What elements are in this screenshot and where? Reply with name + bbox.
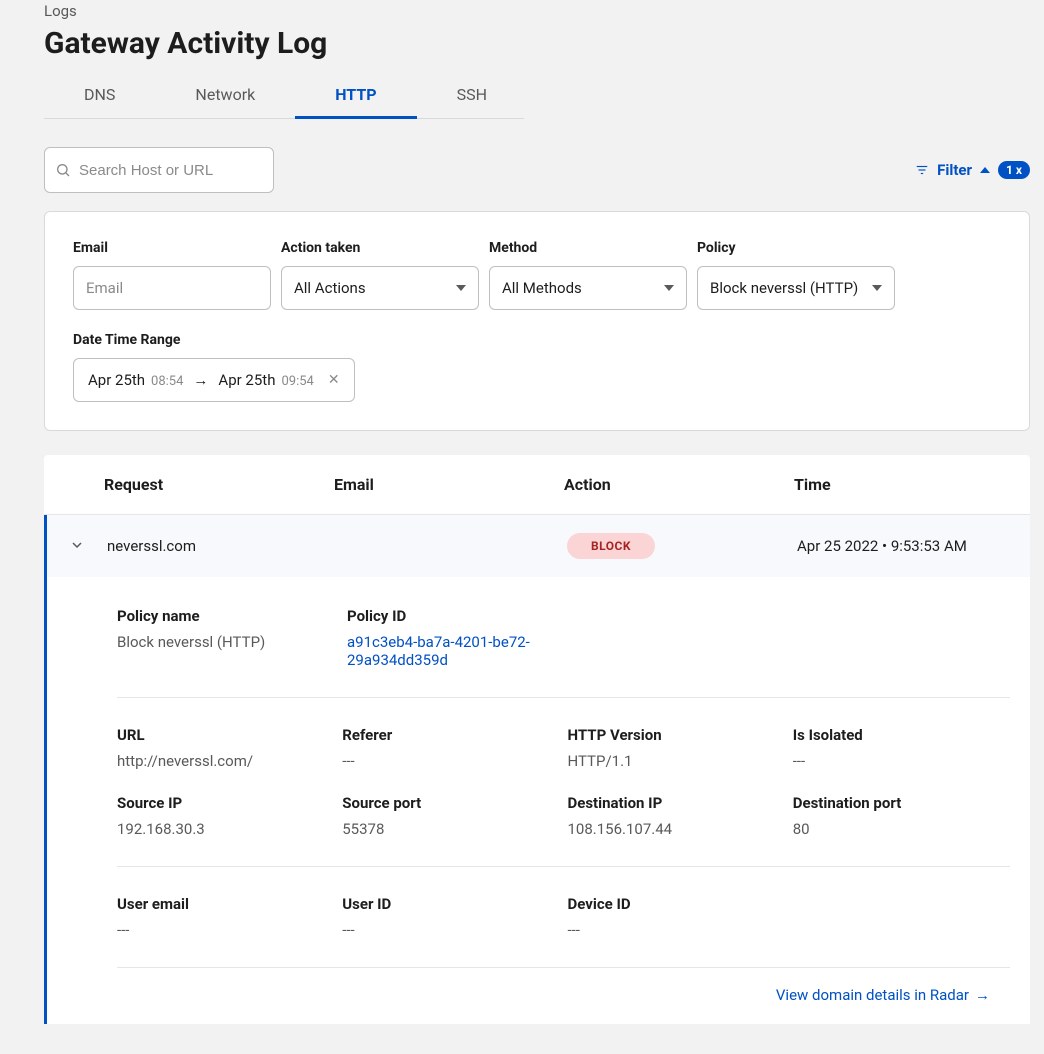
label-is-isolated: Is Isolated [793,726,1010,744]
value-destination-ip: 108.156.107.44 [568,820,785,838]
value-url: http://neverssl.com/ [117,752,334,770]
value-source-ip: 192.168.30.3 [117,820,334,838]
expand-row-icon[interactable] [47,537,107,555]
label-user-id: User ID [342,895,559,913]
tab-ssh[interactable]: SSH [417,75,527,118]
value-http-version: HTTP/1.1 [568,752,785,770]
arrow-right-icon: → [193,371,208,389]
label-destination-ip: Destination IP [568,794,785,812]
label-source-port: Source port [342,794,559,812]
col-time: Time [794,475,1030,494]
filter-method-label: Method [489,240,689,256]
value-policy-name: Block neverssl (HTTP) [117,633,339,651]
label-referer: Referer [342,726,559,744]
value-destination-port: 80 [793,820,1010,838]
tab-network[interactable]: Network [155,75,295,118]
filter-toggle[interactable]: Filter 1 x [915,161,1030,179]
page-title: Gateway Activity Log [44,26,1044,61]
filter-email-input[interactable]: Email [73,266,271,310]
filter-policy-label: Policy [697,240,897,256]
radar-link[interactable]: View domain details in Radar → [776,986,990,1004]
cell-time: Apr 25 2022 • 9:53:53 AM [797,537,1030,555]
value-is-isolated: --- [793,752,1010,770]
tab-http[interactable]: HTTP [295,75,416,118]
label-source-ip: Source IP [117,794,334,812]
breadcrumb[interactable]: Logs [44,2,1044,20]
filter-policy-value: Block neverssl (HTTP) [710,279,858,297]
value-user-id: --- [342,921,559,939]
value-user-email: --- [117,921,334,939]
filter-action-value: All Actions [294,279,366,297]
filter-action-select[interactable]: All Actions [281,266,479,310]
search-input[interactable] [79,162,263,179]
clear-daterange-icon[interactable]: ✕ [328,372,340,388]
filter-panel: Email Email Action taken All Actions Met… [44,211,1030,431]
filter-method-select[interactable]: All Methods [489,266,687,310]
label-url: URL [117,726,334,744]
filter-daterange-input[interactable]: Apr 25th 08:54 → Apr 25th 09:54 ✕ [73,358,355,402]
chevron-down-icon [664,285,674,291]
value-source-port: 55378 [342,820,559,838]
filter-count-badge: 1 x [998,161,1030,179]
date-end: Apr 25th [218,371,275,389]
action-badge: BLOCK [567,533,655,559]
label-destination-port: Destination port [793,794,1010,812]
date-start: Apr 25th [88,371,145,389]
col-action: Action [564,475,794,494]
time-start: 08:54 [151,374,183,389]
col-email: Email [334,475,564,494]
search-box[interactable] [44,147,274,193]
tabs: DNS Network HTTP SSH [44,75,524,119]
col-request: Request [104,475,334,494]
value-policy-id[interactable]: a91c3eb4-ba7a-4201-be72-29a934dd359d [347,633,547,669]
filter-email-label: Email [73,240,273,256]
value-device-id: --- [568,921,785,939]
search-icon [55,162,71,178]
label-device-id: Device ID [568,895,785,913]
label-policy-id: Policy ID [347,607,994,625]
filter-label: Filter [937,161,972,179]
value-referer: --- [342,752,559,770]
chevron-down-icon [872,285,882,291]
table-row[interactable]: neverssl.com BLOCK Apr 25 2022 • 9:53:53… [44,515,1030,577]
filter-method-value: All Methods [502,279,582,297]
cell-request: neverssl.com [107,537,337,555]
row-details: Policy name Block neverssl (HTTP) Policy… [44,577,1030,1024]
arrow-right-icon: → [975,986,990,1004]
filter-action-label: Action taken [281,240,481,256]
filter-daterange-label: Date Time Range [73,332,1001,348]
label-http-version: HTTP Version [568,726,785,744]
filter-icon [915,163,929,177]
log-table: Request Email Action Time neverssl.com B… [44,455,1030,1024]
label-user-email: User email [117,895,334,913]
caret-up-icon [980,166,990,174]
radar-link-text: View domain details in Radar [776,986,969,1004]
filter-policy-select[interactable]: Block neverssl (HTTP) [697,266,895,310]
time-end: 09:54 [281,374,313,389]
tab-dns[interactable]: DNS [44,75,155,118]
chevron-down-icon [456,285,466,291]
cell-action: BLOCK [567,533,797,559]
label-policy-name: Policy name [117,607,339,625]
